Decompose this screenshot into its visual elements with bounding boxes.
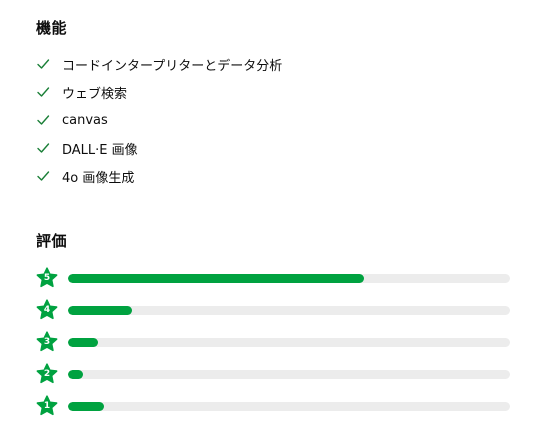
rating-bar-track <box>68 369 510 379</box>
feature-label: 4o 画像生成 <box>62 170 135 186</box>
ratings-heading: 評価 <box>36 232 68 250</box>
rating-bar-track <box>68 273 510 283</box>
feature-label: canvas <box>62 112 108 128</box>
feature-label: ウェブ検索 <box>62 86 128 102</box>
rating-bar-track <box>68 305 510 315</box>
star-count-label: 1 <box>43 401 51 411</box>
star-icon: 5 <box>36 267 58 289</box>
rating-bar-fill <box>68 305 133 315</box>
feature-label: DALL·E 画像 <box>62 142 138 158</box>
rating-bar-fill <box>68 401 105 411</box>
star-icon: 1 <box>36 395 58 417</box>
rating-row-5: 5 <box>36 262 510 294</box>
rating-row-2: 2 <box>36 358 510 390</box>
rating-row-1: 1 <box>36 390 510 422</box>
star-count-label: 3 <box>43 337 51 347</box>
features-heading: 機能 <box>36 19 68 37</box>
features-list: コードインタープリターとデータ分析 ウェブ検索 canvas DALL·E 画像… <box>36 50 282 190</box>
feature-item: canvas <box>36 106 282 134</box>
gpt-details-panel: 機能 コードインタープリターとデータ分析 ウェブ検索 canvas DALL·E… <box>0 0 545 446</box>
feature-item: DALL·E 画像 <box>36 134 282 162</box>
rating-bar-fill <box>68 369 84 379</box>
star-icon: 2 <box>36 363 58 385</box>
check-icon <box>36 57 50 71</box>
ratings-distribution: 5 4 3 2 1 <box>36 262 510 422</box>
feature-item: 4o 画像生成 <box>36 162 282 190</box>
star-icon: 4 <box>36 299 58 321</box>
check-icon <box>36 113 50 127</box>
rating-row-4: 4 <box>36 294 510 326</box>
check-icon <box>36 169 50 183</box>
feature-label: コードインタープリターとデータ分析 <box>62 58 283 74</box>
rating-bar-track <box>68 401 510 411</box>
rating-row-3: 3 <box>36 326 510 358</box>
check-icon <box>36 85 50 99</box>
feature-item: コードインタープリターとデータ分析 <box>36 50 282 78</box>
check-icon <box>36 141 50 155</box>
rating-bar-fill <box>68 337 99 347</box>
star-count-label: 5 <box>43 273 51 283</box>
rating-bar-fill <box>68 273 365 283</box>
star-count-label: 4 <box>43 305 51 315</box>
star-icon: 3 <box>36 331 58 353</box>
star-count-label: 2 <box>43 369 51 379</box>
feature-item: ウェブ検索 <box>36 78 282 106</box>
rating-bar-track <box>68 337 510 347</box>
